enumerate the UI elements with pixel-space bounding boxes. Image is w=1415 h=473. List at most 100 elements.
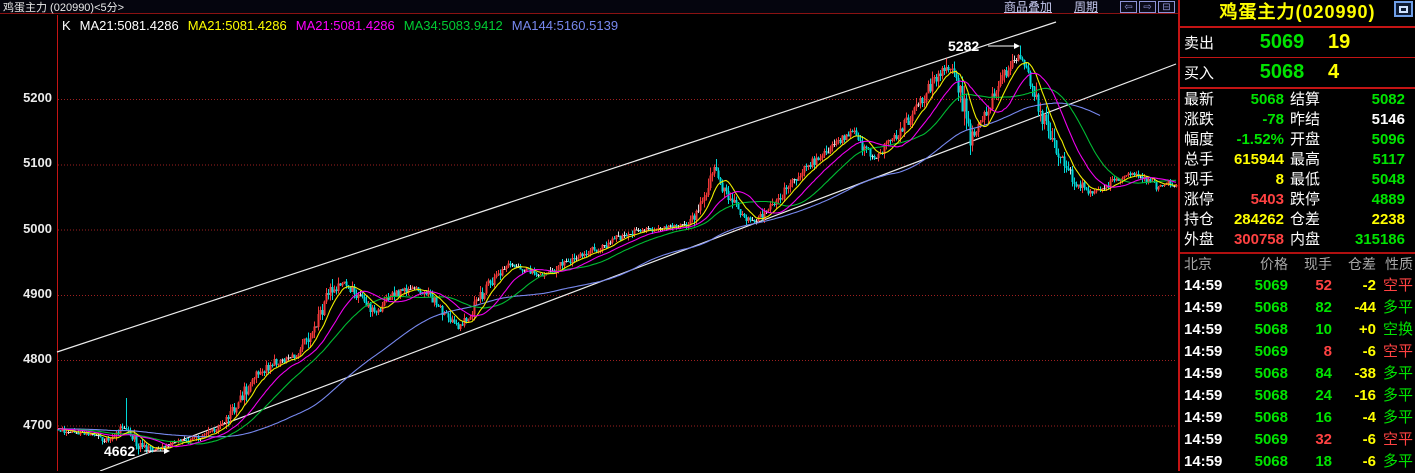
quote-value: 5117: [1344, 150, 1407, 170]
tape-row: 14:59506882-44多平: [1180, 297, 1415, 319]
tape-nature: 多平: [1378, 363, 1415, 385]
back-arrow-icon[interactable]: ⇦: [1120, 1, 1137, 13]
tape-row: 14:59506818-6多平: [1180, 451, 1415, 473]
quote-label: 内盘: [1286, 230, 1344, 250]
tape-row: 14:59506824-16多平: [1180, 385, 1415, 407]
tape-position-change: -44: [1334, 297, 1378, 319]
quote-label: 昨结: [1286, 110, 1344, 130]
tape-time: 14:59: [1180, 275, 1232, 297]
ma-legend-item: MA21:5081.4286: [296, 18, 395, 33]
tape-price: 5069: [1232, 429, 1290, 451]
tape-volume: 32: [1290, 429, 1334, 451]
titlebar-icon-group: ⇦ ⇨ ⊟: [1120, 1, 1175, 13]
tape-row: 14:59506952-2空平: [1180, 275, 1415, 297]
tape-position-change: -6: [1334, 341, 1378, 363]
chart-canvas[interactable]: 52824662: [0, 15, 1178, 471]
ask-row[interactable]: 卖出 5069 19: [1180, 28, 1415, 58]
quote-row: 外盘300758内盘315186: [1180, 230, 1415, 250]
tape-position-change: -16: [1334, 385, 1378, 407]
quote-value: 300758: [1226, 230, 1286, 250]
quote-label: 涨停: [1180, 190, 1226, 210]
tape-row: 14:59506810+0空换: [1180, 319, 1415, 341]
tape-time: 14:59: [1180, 319, 1232, 341]
bid-label: 买入: [1180, 62, 1236, 83]
candlestick-chart[interactable]: 52824662 KMA21:5081.4286MA21:5081.4286MA…: [0, 15, 1178, 471]
quote-value: 5082: [1344, 90, 1407, 110]
window-split-icon[interactable]: ⊟: [1158, 1, 1175, 13]
quote-label: 涨跌: [1180, 110, 1226, 130]
y-axis-label: 4700: [2, 417, 52, 432]
tape-position-change: -6: [1334, 429, 1378, 451]
ask-label: 卖出: [1180, 32, 1236, 53]
period-link[interactable]: 周期: [1074, 0, 1098, 15]
tape-time: 14:59: [1180, 341, 1232, 363]
quote-label: 最新: [1180, 90, 1226, 110]
window-titlebar: 鸡蛋主力 (020990)<5分> 商品叠加 周期 ⇦ ⇨ ⊟: [0, 0, 1178, 14]
tape-price: 5068: [1232, 407, 1290, 429]
quote-value: 5068: [1226, 90, 1286, 110]
quote-value: 284262: [1226, 210, 1286, 230]
ma-legend-item: MA34:5083.9412: [404, 18, 503, 33]
quote-value: 615944: [1226, 150, 1286, 170]
quote-label: 总手: [1180, 150, 1226, 170]
tape-table-header: 北京价格现手仓差性质: [1180, 254, 1415, 275]
ask-quantity: 19: [1328, 31, 1350, 54]
ma-legend: KMA21:5081.4286MA21:5081.4286MA21:5081.4…: [62, 18, 627, 33]
bid-quantity: 4: [1328, 61, 1339, 84]
tape-price: 5068: [1232, 451, 1290, 473]
quote-row: 幅度-1.52%开盘5096: [1180, 130, 1415, 150]
quote-label: 结算: [1286, 90, 1344, 110]
tape-price: 5068: [1232, 363, 1290, 385]
tape-nature: 空换: [1378, 319, 1415, 341]
quote-value: 8: [1226, 170, 1286, 190]
tape-volume: 84: [1290, 363, 1334, 385]
chart-title: 鸡蛋主力 (020990)<5分>: [3, 0, 124, 15]
tape-row: 14:59506884-38多平: [1180, 363, 1415, 385]
ma-legend-item: MA144:5160.5139: [512, 18, 618, 33]
tape-time: 14:59: [1180, 451, 1232, 473]
y-axis-label: 5200: [2, 90, 52, 105]
tape-volume: 24: [1290, 385, 1334, 407]
quote-label: 开盘: [1286, 130, 1344, 150]
quote-value: 5146: [1344, 110, 1407, 130]
commodity-overlay-link[interactable]: 商品叠加: [1004, 0, 1052, 15]
y-axis-label: 5000: [2, 221, 52, 236]
quote-label: 现手: [1180, 170, 1226, 190]
tape-nature: 空平: [1378, 429, 1415, 451]
ma-lines: [58, 63, 1176, 449]
bid-row[interactable]: 买入 5068 4: [1180, 58, 1415, 89]
tape-nature: 多平: [1378, 385, 1415, 407]
tape-time: 14:59: [1180, 297, 1232, 319]
tape-row: 14:59506932-6空平: [1180, 429, 1415, 451]
maximize-icon[interactable]: [1394, 1, 1413, 17]
tape-volume: 18: [1290, 451, 1334, 473]
tape-price: 5069: [1232, 275, 1290, 297]
forward-arrow-icon[interactable]: ⇨: [1139, 1, 1156, 13]
quote-value: 5096: [1344, 130, 1407, 150]
tape-price: 5069: [1232, 341, 1290, 363]
quote-row: 总手615944最高5117: [1180, 150, 1415, 170]
tape-row: 14:59506816-4多平: [1180, 407, 1415, 429]
tape-volume: 8: [1290, 341, 1334, 363]
tape-nature: 多平: [1378, 451, 1415, 473]
tape-header-cell: 仓差: [1334, 254, 1378, 275]
tape-table: 14:59506952-2空平14:59506882-44多平14:595068…: [1180, 275, 1415, 473]
ma-legend-item: MA21:5081.4286: [188, 18, 287, 33]
quote-value: -78: [1226, 110, 1286, 130]
quote-value: 315186: [1344, 230, 1407, 250]
tape-volume: 82: [1290, 297, 1334, 319]
tape-nature: 多平: [1378, 407, 1415, 429]
titlebar-tools: 商品叠加 周期 ⇦ ⇨ ⊟: [1004, 0, 1175, 15]
panel-title: 鸡蛋主力(020990): [1219, 2, 1375, 22]
y-axis-label: 5100: [2, 155, 52, 170]
candles: [58, 45, 1178, 454]
quote-row: 持仓284262仓差2238: [1180, 210, 1415, 230]
quote-row: 涨跌-78昨结5146: [1180, 110, 1415, 130]
tape-header-cell: 性质: [1378, 254, 1415, 275]
svg-text:5282: 5282: [948, 38, 979, 54]
quote-value: 4889: [1344, 190, 1407, 210]
tape-position-change: -6: [1334, 451, 1378, 473]
tape-price: 5068: [1232, 385, 1290, 407]
quote-panel: 鸡蛋主力(020990) 卖出 5069 19 买入 5068 4 最新5068…: [1178, 0, 1415, 471]
quote-panel-header: 鸡蛋主力(020990): [1180, 0, 1415, 28]
